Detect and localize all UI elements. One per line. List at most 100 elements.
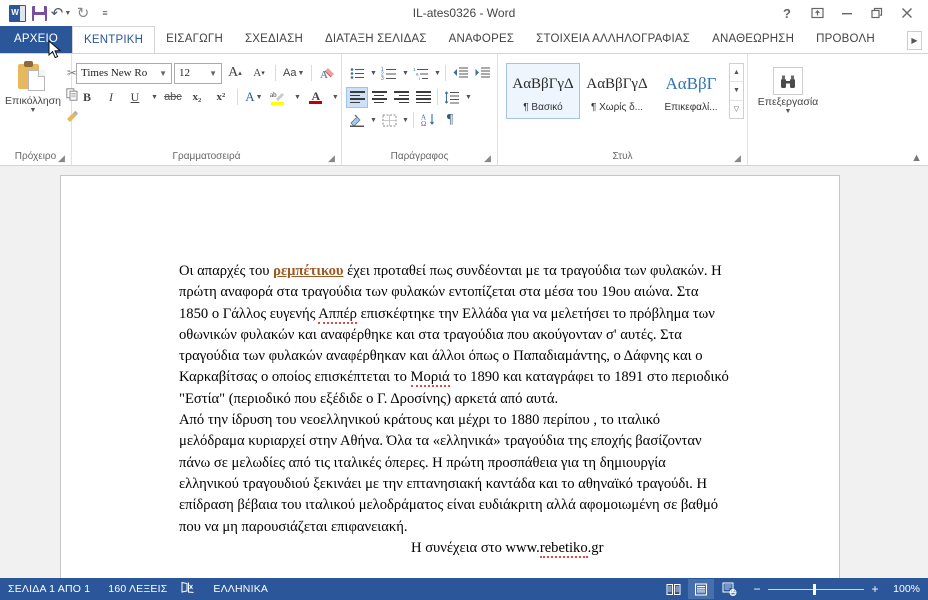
print-layout-view-button[interactable]: [688, 579, 714, 599]
paste-dropdown-icon[interactable]: ▼: [30, 107, 37, 115]
zoom-slider-thumb[interactable]: [813, 583, 816, 595]
superscript-button[interactable]: x²: [210, 86, 232, 108]
font-name-dropdown-icon[interactable]: ▼: [157, 69, 169, 78]
tab-overflow-button[interactable]: ▶: [907, 31, 922, 50]
grow-font-icon[interactable]: A ▴: [224, 62, 246, 84]
multilevel-list-icon[interactable]: 1ai: [410, 63, 432, 84]
document-page[interactable]: Οι απαρχές του ρεμπέτικου έχει προταθεί …: [60, 175, 840, 578]
font-group-label: Γραμματοσειρά: [172, 151, 241, 162]
minimize-button[interactable]: [832, 1, 862, 25]
text-effects-icon[interactable]: A ▼: [243, 86, 265, 108]
tab-review[interactable]: ΑΝΑΘΕΩΡΗΣΗ: [701, 26, 805, 53]
line-spacing-dropdown-icon[interactable]: ▼: [463, 87, 473, 108]
tab-insert[interactable]: ΕΙΣΑΓΩΓΗ: [155, 26, 234, 53]
tab-view[interactable]: ΠΡΟΒΟΛΗ: [805, 26, 886, 53]
zoom-level-label[interactable]: 100%: [888, 583, 920, 595]
document-area: Οι απαρχές του ρεμπέτικου έχει προταθεί …: [0, 166, 928, 578]
styles-gallery-scroll[interactable]: ▲ ▼ ▽: [729, 63, 744, 119]
underline-button[interactable]: U: [124, 86, 146, 108]
paragraph-dialog-launcher[interactable]: ◢: [482, 153, 493, 164]
decrease-indent-icon[interactable]: [449, 63, 471, 84]
style-no-spacing[interactable]: ΑαΒβΓγΔ ¶ Χωρίς δ...: [580, 63, 654, 119]
strikethrough-button[interactable]: abc: [162, 86, 184, 108]
document-body[interactable]: Οι απαρχές του ρεμπέτικου έχει προταθεί …: [179, 261, 729, 559]
ribbon-display-options-icon[interactable]: [802, 1, 832, 25]
undo-icon[interactable]: ↶ ▼: [50, 2, 72, 24]
clear-formatting-icon[interactable]: A: [317, 62, 339, 84]
tab-design[interactable]: ΣΧΕΔΙΑΣΗ: [234, 26, 314, 53]
zoom-out-button[interactable]: −: [752, 583, 762, 595]
restore-button[interactable]: [862, 1, 892, 25]
window-controls: ?: [772, 1, 928, 25]
line-spacing-icon[interactable]: [441, 87, 463, 108]
align-left-button[interactable]: [346, 86, 368, 108]
language-indicator[interactable]: ΕΛΛΗΝΙΚΑ: [205, 583, 278, 595]
font-size-combobox[interactable]: 12 ▼: [174, 62, 222, 84]
style-heading1[interactable]: ΑαΒβΓ Επικεφαλί...: [654, 63, 728, 119]
collapse-ribbon-icon[interactable]: ▲: [911, 152, 922, 164]
align-center-button[interactable]: [368, 87, 390, 108]
font-color-icon[interactable]: A: [305, 86, 327, 108]
proofing-status-icon[interactable]: [177, 581, 205, 597]
font-size-dropdown-icon[interactable]: ▼: [207, 69, 219, 78]
show-formatting-marks-icon[interactable]: ¶: [439, 110, 461, 131]
word-count[interactable]: 160 ΛΕΞΕΙΣ: [100, 583, 177, 595]
quick-access-toolbar: W ↶ ▼ ↻ ≡: [0, 2, 116, 24]
font-dialog-launcher[interactable]: ◢: [326, 153, 337, 164]
shading-icon[interactable]: [346, 110, 368, 131]
zoom-in-button[interactable]: +: [870, 583, 880, 595]
editing-dropdown-icon[interactable]: ▼: [785, 108, 792, 116]
help-button[interactable]: ?: [772, 1, 802, 25]
zoom-control[interactable]: − +: [744, 583, 886, 595]
rempetiko-link[interactable]: ρεμπέτικου: [273, 263, 343, 279]
paste-button[interactable]: Επικόλληση ▼: [5, 59, 61, 115]
close-button[interactable]: [892, 1, 922, 25]
page-indicator[interactable]: ΣΕΛΙΔΑ 1 ΑΠΟ 1: [8, 583, 100, 595]
numbering-icon[interactable]: 123: [378, 63, 400, 84]
tab-page-layout[interactable]: ΔΙΑΤΑΞΗ ΣΕΛΙΔΑΣ: [314, 26, 438, 53]
save-icon[interactable]: [28, 2, 50, 24]
subscript-button[interactable]: x₂: [186, 86, 208, 108]
font-name-combobox[interactable]: Times New Ro ▼: [76, 62, 172, 84]
sort-icon[interactable]: AΩ: [417, 110, 439, 131]
multilevel-list-dropdown-icon[interactable]: ▼: [432, 63, 442, 84]
customize-qat-icon[interactable]: ≡: [94, 2, 116, 24]
editing-button[interactable]: Επεξεργασία ▼: [757, 65, 819, 116]
title-bar: W ↶ ▼ ↻ ≡ IL-ates0326 - Word ?: [0, 0, 928, 26]
increase-indent-icon[interactable]: [471, 63, 493, 84]
bullets-dropdown-icon[interactable]: ▼: [368, 63, 378, 84]
underline-dropdown-icon[interactable]: ▼: [148, 86, 160, 108]
align-right-button[interactable]: [390, 87, 412, 108]
borders-icon[interactable]: [378, 110, 400, 131]
italic-button[interactable]: I: [100, 86, 122, 108]
read-mode-view-button[interactable]: [660, 579, 686, 599]
shading-dropdown-icon[interactable]: ▼: [368, 110, 378, 131]
style-heading1-preview: ΑαΒβΓ: [665, 74, 717, 93]
styles-more-icon[interactable]: ▽: [730, 101, 743, 118]
font-color-dropdown-icon[interactable]: ▼: [329, 86, 341, 108]
styles-dialog-launcher[interactable]: ◢: [732, 153, 743, 164]
style-normal[interactable]: ΑαΒβΓγΔ ¶ Βασικό: [506, 63, 580, 119]
shrink-font-icon[interactable]: A ▾: [248, 62, 270, 84]
styles-scroll-down-icon[interactable]: ▼: [730, 82, 743, 101]
web-layout-view-button[interactable]: [716, 579, 742, 599]
ribbon-group-clipboard: Επικόλληση ▼ ✂ Πρόχειρο ◢: [0, 54, 79, 165]
bold-button[interactable]: B: [76, 86, 98, 108]
change-case-icon[interactable]: Aa ▼: [281, 62, 306, 84]
word-logo-icon[interactable]: W: [6, 2, 28, 24]
zoom-slider-track[interactable]: [768, 583, 864, 595]
tab-references[interactable]: ΑΝΑΦΟΡΕΣ: [438, 26, 526, 53]
redo-icon[interactable]: ↻: [72, 2, 94, 24]
justify-button[interactable]: [412, 87, 434, 108]
styles-scroll-up-icon[interactable]: ▲: [730, 64, 743, 83]
style-no-spacing-preview: ΑαΒβΓγΔ: [586, 75, 648, 92]
text-highlight-icon[interactable]: ab: [267, 86, 289, 108]
text-highlight-dropdown-icon[interactable]: ▼: [291, 86, 303, 108]
clipboard-dialog-launcher[interactable]: ◢: [56, 153, 67, 164]
numbering-dropdown-icon[interactable]: ▼: [400, 63, 410, 84]
bullets-icon[interactable]: [346, 63, 368, 84]
borders-dropdown-icon[interactable]: ▼: [400, 110, 410, 131]
tab-mailings[interactable]: ΣΤΟΙΧΕΙΑ ΑΛΛΗΛΟΓΡΑΦΙΑΣ: [525, 26, 701, 53]
style-no-spacing-name: ¶ Χωρίς δ...: [590, 102, 644, 113]
tab-home[interactable]: ΚΕΝΤΡΙΚΗ: [72, 26, 156, 53]
